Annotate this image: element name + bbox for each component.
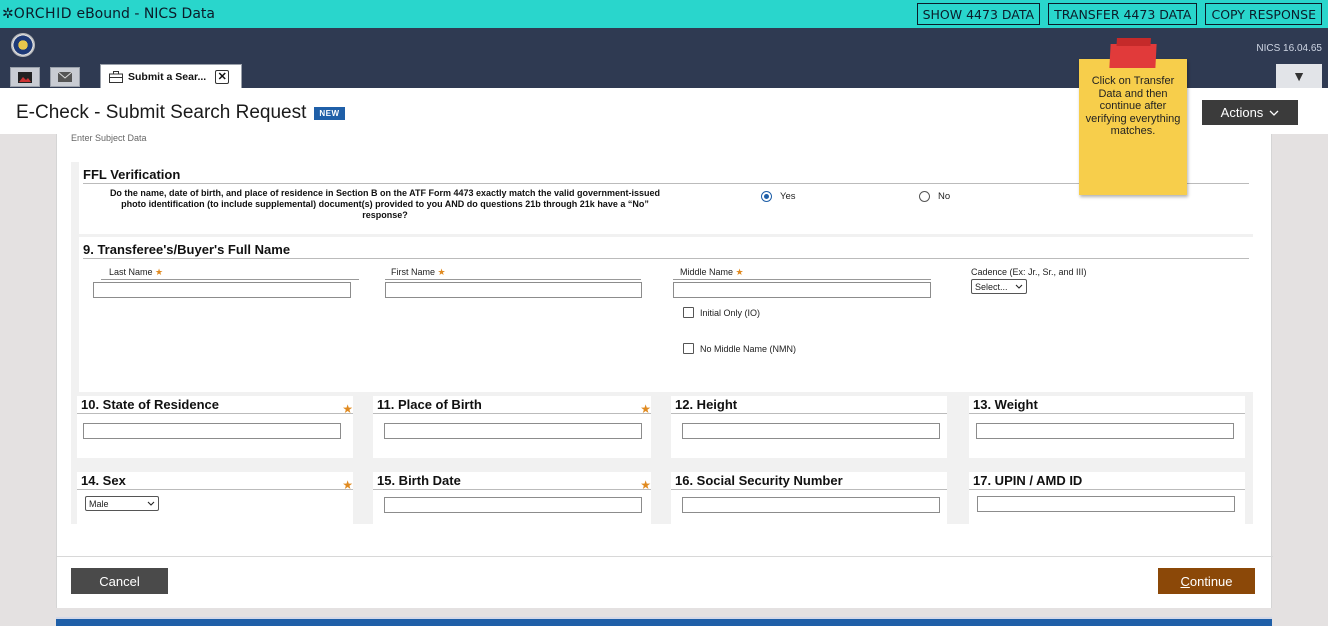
briefcase-icon bbox=[109, 70, 123, 83]
cadence-value: Select... bbox=[975, 281, 1008, 292]
page-title-text: E-Check - Submit Search Request bbox=[16, 102, 307, 123]
full-name-title: 9. Transferee's/Buyer's Full Name bbox=[83, 242, 1249, 259]
actions-button[interactable]: Actions bbox=[1202, 100, 1298, 125]
pin-icon bbox=[1109, 44, 1157, 68]
required-star-icon: ★ bbox=[342, 402, 353, 416]
birth-date-title: 15. Birth Date bbox=[377, 473, 461, 488]
place-of-birth-input[interactable] bbox=[384, 423, 642, 439]
tab-submit-search[interactable]: Submit a Sear... ✕ bbox=[100, 64, 242, 88]
state-of-residence-input[interactable] bbox=[83, 423, 341, 439]
transfer-4473-data-button[interactable]: TRANSFER 4473 DATA bbox=[1048, 3, 1198, 25]
ssn-title: 16. Social Security Number bbox=[675, 473, 843, 488]
image-icon bbox=[18, 71, 32, 83]
ffl-yes-label: Yes bbox=[780, 191, 796, 202]
cadence-select[interactable]: Select... bbox=[971, 279, 1027, 294]
chevron-down-icon bbox=[147, 501, 155, 506]
page-title: E-Check - Submit Search Request NEW bbox=[16, 102, 345, 124]
full-name-section: 9. Transferee's/Buyer's Full Name Last N… bbox=[79, 237, 1253, 392]
ffl-verification-title: FFL Verification bbox=[83, 167, 1249, 184]
no-middle-name-option[interactable]: No Middle Name (NMN) bbox=[683, 343, 796, 354]
ffl-no-radio[interactable] bbox=[919, 191, 930, 202]
initial-only-label: Initial Only (IO) bbox=[700, 307, 761, 318]
app-brand: ORCHID bbox=[13, 6, 72, 22]
required-star-icon: ★ bbox=[640, 402, 651, 416]
last-name-label: Last Name ★ bbox=[101, 267, 359, 280]
middle-name-input[interactable] bbox=[673, 282, 931, 298]
first-name-label: First Name ★ bbox=[385, 267, 641, 280]
bottom-strip bbox=[56, 617, 1272, 626]
initial-only-checkbox[interactable] bbox=[683, 307, 694, 318]
required-star-icon: ★ bbox=[342, 478, 353, 492]
sex-title: 14. Sex bbox=[81, 473, 126, 488]
height-input[interactable] bbox=[682, 423, 940, 439]
sex-value: Male bbox=[89, 498, 109, 509]
chevron-down-icon bbox=[1015, 284, 1023, 289]
upin-title: 17. UPIN / AMD ID bbox=[973, 473, 1083, 488]
no-middle-name-label: No Middle Name (NMN) bbox=[700, 343, 797, 354]
enter-subject-data-label: Enter Subject Data bbox=[71, 133, 147, 143]
form-body: FFL Verification Do the name, date of bi… bbox=[71, 162, 1253, 524]
ssn-input[interactable] bbox=[682, 497, 940, 513]
actions-label: Actions bbox=[1220, 105, 1264, 120]
first-name-input[interactable] bbox=[385, 282, 642, 298]
upin-input[interactable] bbox=[977, 496, 1235, 512]
state-of-residence-title: 10. State of Residence bbox=[81, 397, 219, 412]
ffl-no-option[interactable]: No bbox=[919, 191, 950, 202]
ffl-verification-section: FFL Verification Do the name, date of bi… bbox=[79, 162, 1253, 234]
state-of-residence-box: 10. State of Residence ★ bbox=[77, 396, 353, 458]
app-title-bar: ✲ORCHID eBound - NICS Data SHOW 4473 DAT… bbox=[0, 0, 1328, 28]
cadence-label: Cadence (Ex: Jr., Sr., and III) bbox=[971, 267, 1087, 277]
cancel-button[interactable]: Cancel bbox=[71, 568, 168, 594]
weight-input[interactable] bbox=[976, 423, 1234, 439]
triangle-down-icon: ▼ bbox=[1292, 68, 1306, 84]
nics-version: NICS 16.04.65 bbox=[1256, 43, 1322, 54]
app-title: ✲ORCHID eBound - NICS Data bbox=[0, 6, 215, 22]
initial-only-option[interactable]: Initial Only (IO) bbox=[683, 307, 760, 318]
sex-select[interactable]: Male bbox=[85, 496, 159, 511]
last-name-input[interactable] bbox=[93, 282, 351, 298]
required-star-icon: ★ bbox=[640, 478, 651, 492]
height-box: 12. Height bbox=[671, 396, 947, 458]
ffl-yes-radio[interactable] bbox=[761, 191, 772, 202]
ssn-box: 16. Social Security Number bbox=[671, 472, 947, 534]
birth-date-input[interactable] bbox=[384, 497, 642, 513]
place-of-birth-title: 11. Place of Birth bbox=[377, 397, 482, 412]
sticky-note: Click on Transfer Data and then continue… bbox=[1079, 59, 1187, 195]
app-title-suffix: eBound - NICS Data bbox=[72, 6, 215, 22]
fbi-seal-icon bbox=[11, 33, 35, 57]
mail-icon bbox=[58, 72, 72, 82]
show-4473-data-button[interactable]: SHOW 4473 DATA bbox=[916, 3, 1041, 25]
new-badge: NEW bbox=[314, 106, 345, 120]
copy-response-button[interactable]: COPY RESPONSE bbox=[1205, 3, 1322, 25]
no-middle-name-checkbox[interactable] bbox=[683, 343, 694, 354]
upin-box: 17. UPIN / AMD ID bbox=[969, 472, 1245, 534]
birth-date-box: 15. Birth Date ★ bbox=[373, 472, 651, 534]
ffl-question: Do the name, date of birth, and place of… bbox=[109, 188, 661, 220]
footer-divider bbox=[57, 556, 1273, 557]
ffl-yes-option[interactable]: Yes bbox=[761, 191, 796, 202]
middle-name-label: Middle Name ★ bbox=[673, 267, 931, 280]
close-tab-icon[interactable]: ✕ bbox=[215, 69, 230, 84]
continue-button[interactable]: Continue bbox=[1158, 568, 1255, 594]
tab-menu-dropdown[interactable]: ▼ bbox=[1276, 64, 1322, 88]
orchid-logo-icon: ✲ bbox=[2, 6, 14, 22]
tab-submit-search-label: Submit a Sear... bbox=[128, 70, 207, 83]
form-card: Enter Subject Data FFL Verification Do t… bbox=[56, 133, 1273, 608]
ffl-no-label: No bbox=[938, 191, 951, 202]
weight-title: 13. Weight bbox=[973, 397, 1038, 412]
weight-box: 13. Weight bbox=[969, 396, 1245, 458]
tab-image[interactable] bbox=[10, 67, 40, 87]
sex-box: 14. Sex ★ Male bbox=[77, 472, 353, 534]
place-of-birth-box: 11. Place of Birth ★ bbox=[373, 396, 651, 458]
tab-mail[interactable] bbox=[50, 67, 80, 87]
chevron-down-icon bbox=[1269, 110, 1279, 116]
height-title: 12. Height bbox=[675, 397, 738, 412]
